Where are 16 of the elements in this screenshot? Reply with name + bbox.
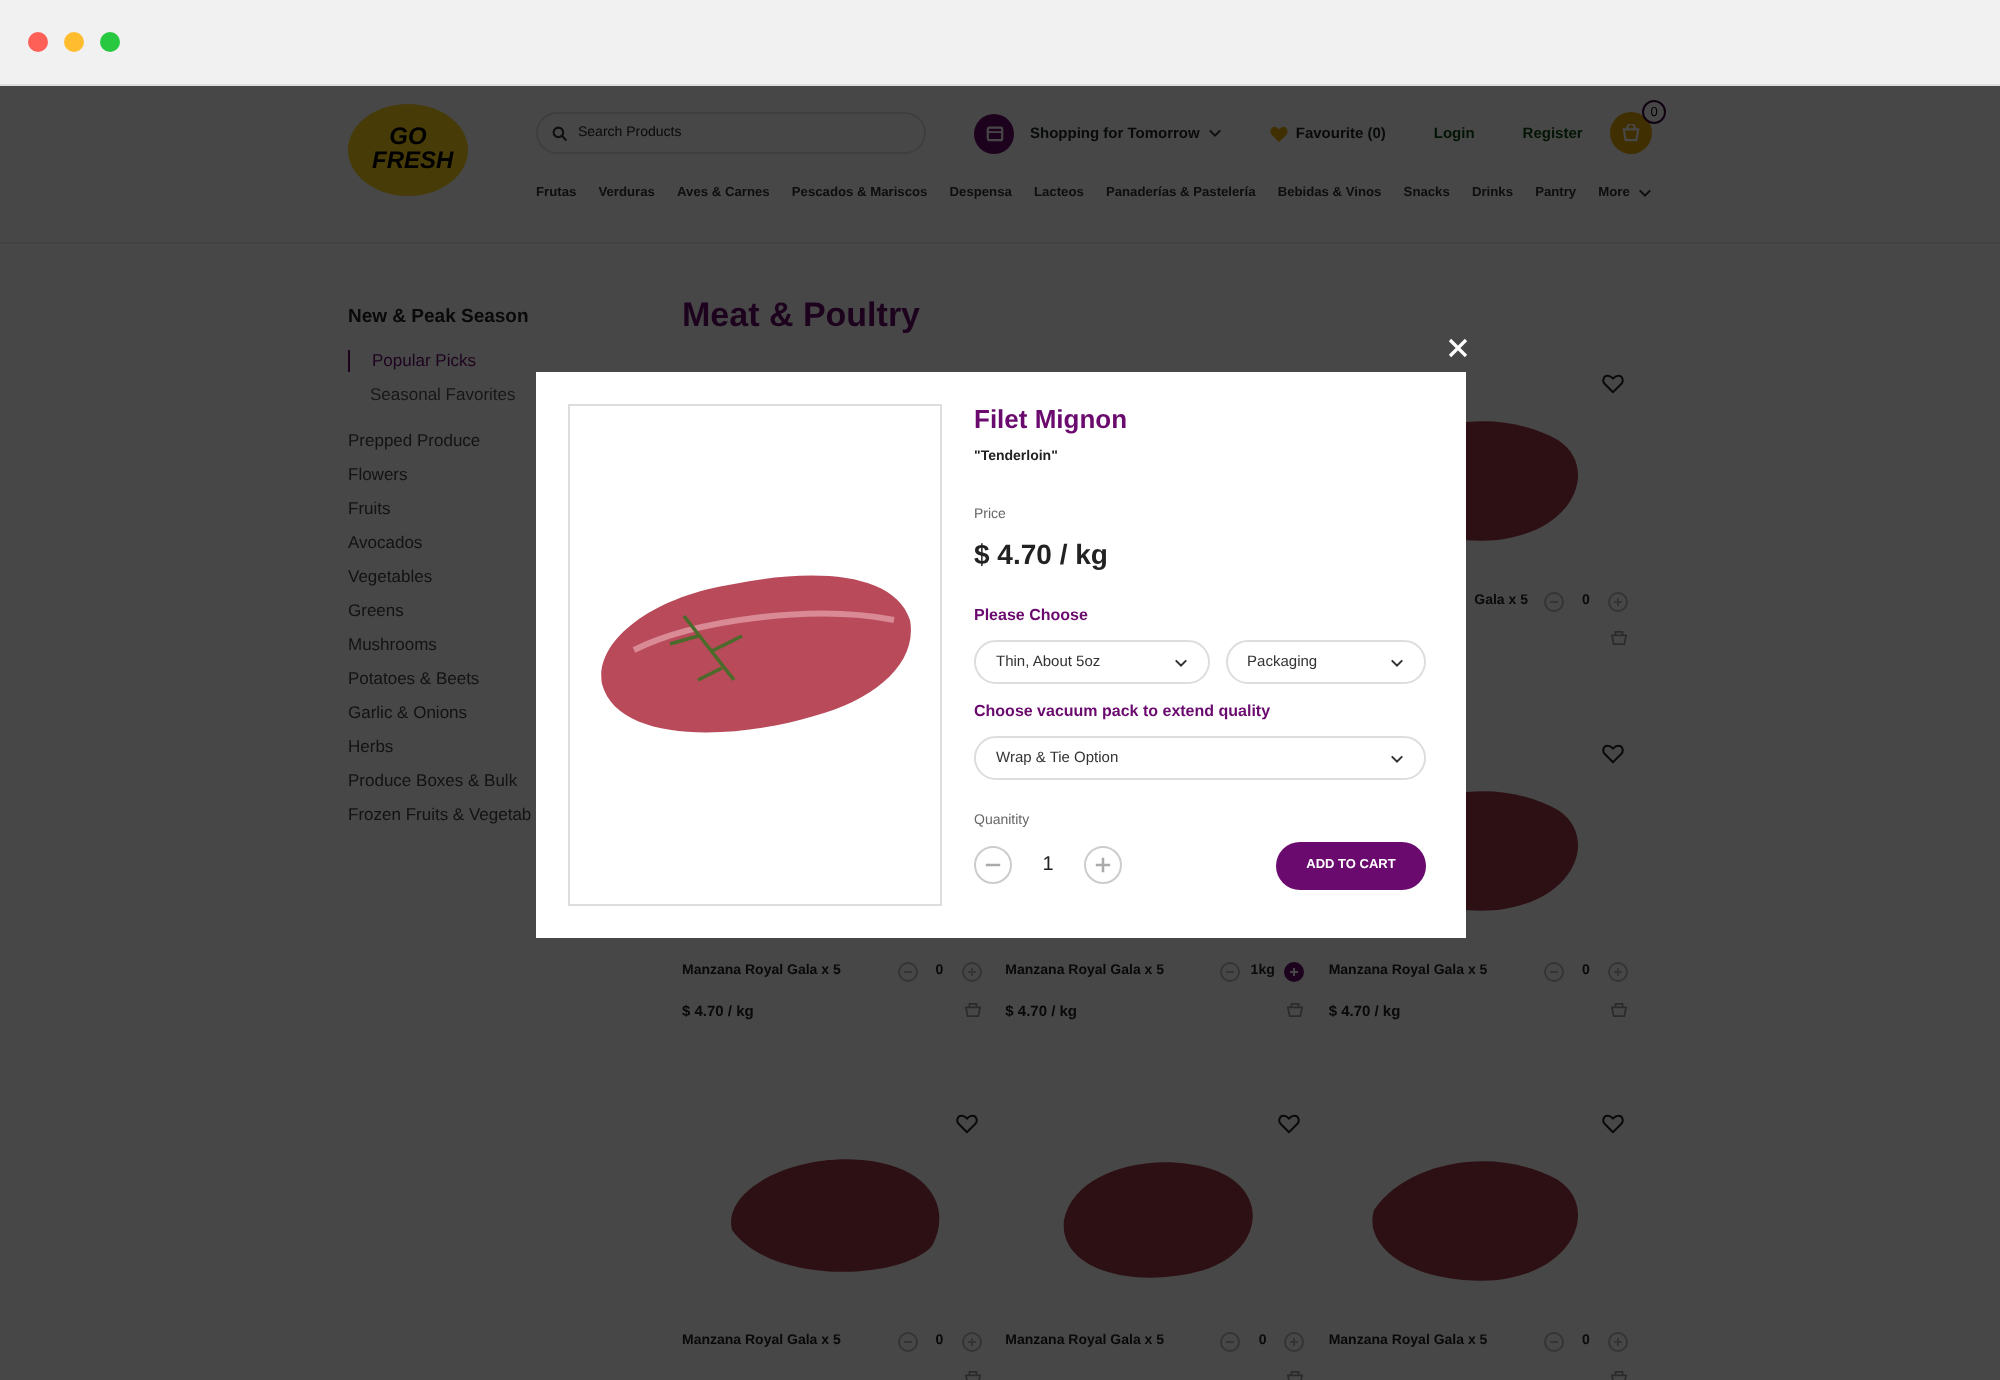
chevron-down-icon xyxy=(1390,753,1404,763)
window-control-dot[interactable] xyxy=(100,32,120,52)
plus-icon xyxy=(1094,856,1112,874)
chevron-down-icon xyxy=(1173,657,1188,667)
window-control-dot[interactable] xyxy=(28,32,48,52)
options-label: Please Choose xyxy=(974,604,1090,628)
page-title: Meat & Poultry xyxy=(682,296,923,336)
chevron-down-icon xyxy=(1390,657,1404,667)
window-control-dot[interactable] xyxy=(64,32,84,52)
product-price: $ 4.70 / kg xyxy=(974,536,1110,574)
quantity-value: 1 xyxy=(1040,852,1056,880)
decrease-button[interactable] xyxy=(974,846,1012,884)
sidebar-heading: New & Peak Season xyxy=(348,304,531,332)
close-icon[interactable] xyxy=(1448,338,1468,358)
vacuum-label: Choose vacuum pack to extend quality xyxy=(974,700,1273,724)
product-title: Filet Mignon xyxy=(974,404,1130,436)
